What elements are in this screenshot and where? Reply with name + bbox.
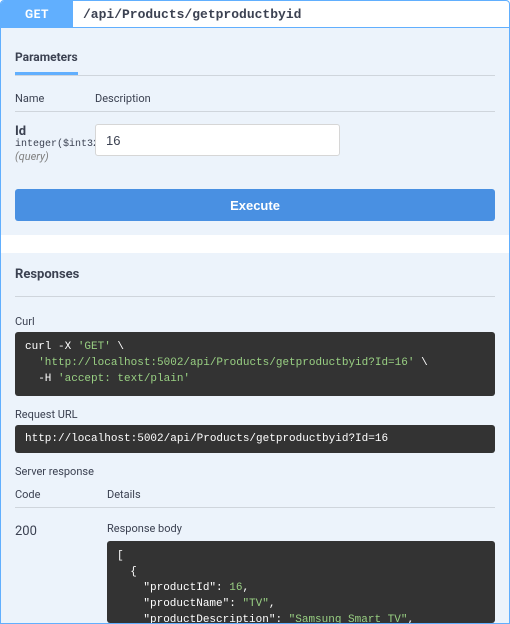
curl-header: 'accept: text/plain' xyxy=(58,373,190,385)
response-body-cell: Response body [ { "productId": 16, "prod… xyxy=(107,522,495,623)
parameters-table: Name Description Id integer($int32) (que… xyxy=(15,86,495,163)
param-row: Id integer($int32) (query) xyxy=(15,124,495,163)
response-col-details: Details xyxy=(107,488,495,501)
param-col-description: Description xyxy=(95,92,495,105)
tabs: Parameters xyxy=(15,42,495,76)
response-json-block: [ { "productId": 16, "productName": "TV"… xyxy=(107,541,495,623)
param-name-cell: Id integer($int32) (query) xyxy=(15,124,95,163)
curl-url: 'http://localhost:5002/api/Products/getp… xyxy=(38,357,414,369)
execute-button[interactable]: Execute xyxy=(15,189,495,221)
response-col-code: Code xyxy=(15,488,107,501)
section-gap xyxy=(1,235,509,253)
param-col-name: Name xyxy=(15,92,95,105)
http-method-badge: GET xyxy=(1,1,73,27)
response-code: 200 xyxy=(15,522,107,623)
request-url-label: Request URL xyxy=(15,408,495,425)
tab-parameters[interactable]: Parameters xyxy=(15,42,78,75)
curl-block: curl -X 'GET' \ 'http://localhost:5002/a… xyxy=(15,332,495,396)
curl-label: Curl xyxy=(15,315,495,332)
param-type: integer($int32) xyxy=(15,139,95,150)
endpoint-path: /api/Products/getproductbyid xyxy=(73,7,509,22)
curl-text-2c: \ xyxy=(414,357,427,369)
operation-content: Parameters Name Description Id integer($… xyxy=(0,28,510,624)
param-location: (query) xyxy=(15,150,95,163)
json-val-productDescription: "Samsung Smart TV" xyxy=(289,614,408,623)
json-val-productName: "TV" xyxy=(242,598,268,610)
operation-header[interactable]: GET /api/Products/getproductbyid xyxy=(0,0,510,28)
param-value-cell xyxy=(95,124,495,163)
param-table-header: Name Description xyxy=(15,86,495,112)
json-val-productId: 16 xyxy=(229,582,242,594)
json-key-productId: "productId" xyxy=(143,582,216,594)
response-body-label: Response body xyxy=(107,522,495,535)
response-table-header: Code Details xyxy=(15,482,495,508)
curl-text-1: curl -X xyxy=(25,341,78,353)
curl-text-3a: -H xyxy=(25,373,58,385)
curl-method: 'GET' xyxy=(78,341,111,353)
response-row: 200 Response body [ { "productId": 16, "… xyxy=(15,522,495,623)
curl-text-1c: \ xyxy=(111,341,124,353)
request-url-block: http://localhost:5002/api/Products/getpr… xyxy=(15,425,495,453)
responses-heading: Responses xyxy=(15,253,495,297)
json-key-productName: "productName" xyxy=(143,598,229,610)
json-key-productDescription: "productDescription" xyxy=(143,614,275,623)
curl-indent-2 xyxy=(25,357,38,369)
server-response-label: Server response xyxy=(15,465,495,482)
param-input-id[interactable] xyxy=(95,124,340,156)
param-name: Id xyxy=(15,124,95,139)
